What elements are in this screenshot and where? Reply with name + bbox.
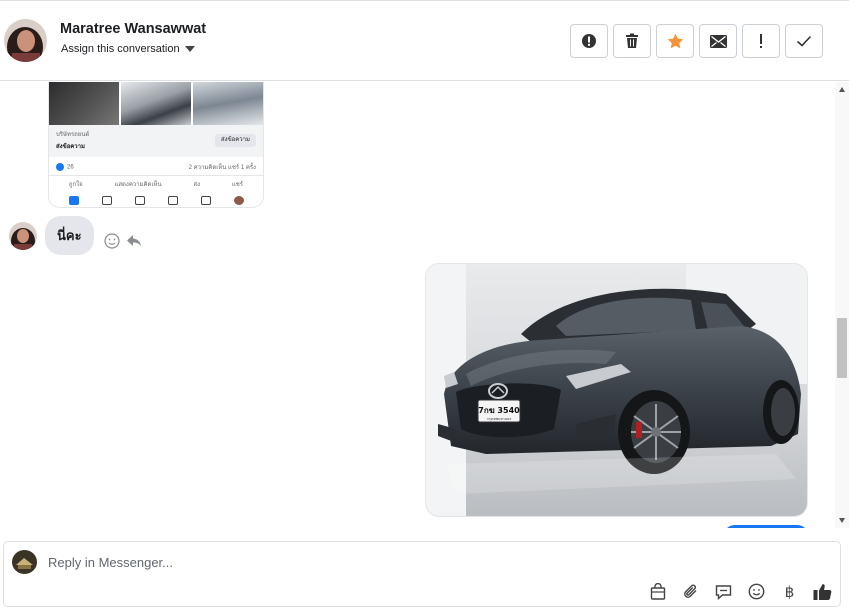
composer-tools: ฿ — [648, 582, 832, 601]
profile-avatar-icon — [233, 195, 244, 205]
star-icon — [667, 33, 683, 49]
conversation-actions — [570, 24, 823, 58]
message-bubble[interactable]: นี่คะ — [45, 216, 94, 255]
baht-icon: ฿ — [784, 582, 795, 601]
reply-composer: ฿ — [3, 541, 841, 607]
delete-button[interactable] — [613, 24, 651, 58]
spam-button[interactable] — [570, 24, 608, 58]
exclamation-icon — [760, 34, 762, 48]
contact-avatar[interactable] — [4, 19, 47, 62]
thread-scrollbar[interactable] — [835, 82, 849, 528]
thumbs-up-button[interactable] — [813, 582, 832, 601]
paperclip-icon — [684, 584, 697, 598]
trash-icon — [626, 33, 638, 48]
post-thumbnail — [49, 82, 119, 125]
plate-number: 7กฆ 3540 — [478, 406, 520, 415]
post-action-send[interactable]: ส่ง — [193, 179, 200, 189]
envelope-icon — [709, 34, 727, 48]
incoming-message-row: นี่คะ — [9, 216, 142, 255]
post-stats: 26 2 ความคิดเห็น แชร์ 1 ครั้ง — [49, 157, 263, 175]
scroll-up-arrow-icon[interactable] — [839, 87, 845, 92]
conversation-header: Maratree Wansawwat Assign this conversat… — [0, 0, 849, 81]
payment-button[interactable]: ฿ — [780, 582, 799, 601]
checkmark-icon — [796, 35, 812, 47]
star-button[interactable] — [656, 24, 694, 58]
emoji-button[interactable] — [747, 582, 766, 601]
alert-circle-icon — [582, 34, 596, 48]
post-engagement: 2 ความคิดเห็น แชร์ 1 ครั้ง — [188, 165, 256, 171]
done-button[interactable] — [785, 24, 823, 58]
follow-up-button[interactable] — [742, 24, 780, 58]
gaming-icon — [167, 195, 178, 205]
send-message-button[interactable]: ส่งข้อความ — [214, 134, 256, 147]
post-app-nav — [49, 192, 263, 207]
mark-unread-button[interactable] — [699, 24, 737, 58]
post-thumbnail — [193, 82, 263, 125]
post-meta: บริษัทรถยนต์ ส่งข้อความ ส่งข้อความ — [49, 125, 263, 157]
scroll-down-arrow-icon[interactable] — [839, 518, 845, 523]
emoji-icon — [748, 583, 765, 600]
shopping-bag-button[interactable] — [648, 582, 667, 601]
like-icon — [56, 163, 64, 171]
scroll-thumb[interactable] — [837, 318, 847, 378]
post-action-comment[interactable]: แสดงความคิดเห็น — [114, 179, 161, 189]
sender-avatar — [9, 221, 37, 250]
shared-post-card[interactable]: บริษัทรถยนต์ ส่งข้อความ ส่งข้อความ 26 2 … — [48, 82, 264, 208]
react-emoji-icon[interactable] — [103, 232, 120, 249]
video-icon — [101, 195, 112, 205]
saved-reply-button[interactable] — [714, 582, 733, 601]
assign-label: Assign this conversation — [61, 43, 180, 55]
post-action-share[interactable]: แชร์ — [232, 179, 243, 189]
bell-icon — [200, 195, 211, 205]
post-thumbnails — [49, 82, 263, 125]
caret-down-icon — [184, 46, 195, 52]
contact-name: Maratree Wansawwat — [60, 21, 207, 37]
post-action-like[interactable]: ถูกใจ — [69, 179, 83, 189]
post-likes: 26 — [56, 163, 74, 171]
outgoing-message-bubble[interactable] — [723, 525, 809, 528]
thumbs-up-icon — [813, 583, 832, 600]
attach-button[interactable] — [681, 582, 700, 601]
reply-input[interactable] — [48, 552, 548, 572]
page-avatar — [12, 550, 37, 574]
saved-reply-icon — [715, 584, 732, 600]
home-icon — [68, 195, 79, 205]
assign-conversation-dropdown[interactable]: Assign this conversation — [61, 43, 195, 55]
car-photo-attachment[interactable]: 7กฆ 3540 กรุงเทพมหานคร — [425, 263, 808, 517]
message-tools — [103, 232, 142, 249]
post-actions: ถูกใจ แสดงความคิดเห็น ส่ง แชร์ — [49, 175, 263, 192]
friends-icon — [134, 195, 145, 205]
reply-icon[interactable] — [126, 233, 142, 249]
shopping-bag-icon — [650, 583, 665, 600]
likes-count: 26 — [67, 164, 74, 171]
message-thread[interactable]: บริษัทรถยนต์ ส่งข้อความ ส่งข้อความ 26 2 … — [0, 82, 835, 528]
post-thumbnail — [121, 82, 191, 125]
